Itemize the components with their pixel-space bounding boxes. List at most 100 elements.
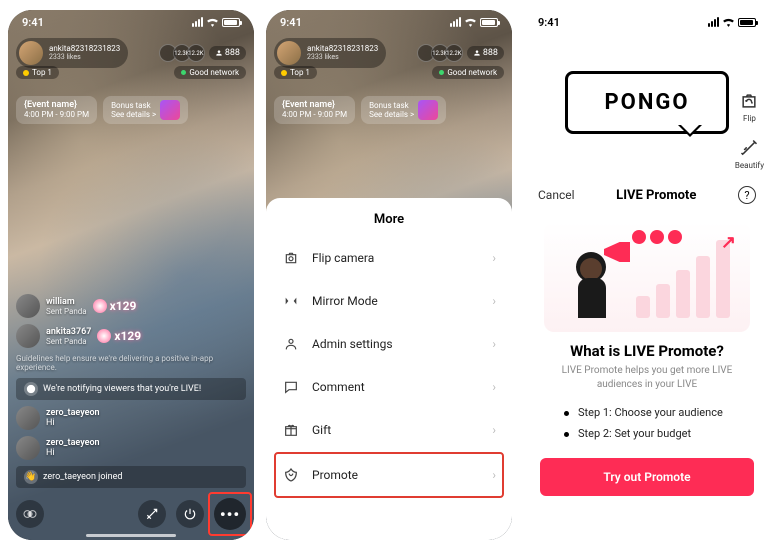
promote-heading: What is LIVE Promote? (546, 342, 748, 360)
ranking-badge[interactable]: Top 1 (16, 66, 59, 79)
event-time: 4:00 PM - 9:00 PM (24, 110, 89, 119)
flip-icon (738, 90, 760, 112)
status-icons (708, 17, 756, 27)
bonus-sub: See details > (369, 110, 414, 119)
chevron-right-icon: › (492, 337, 496, 351)
tool-label: Beautify (735, 161, 764, 170)
viewers-row[interactable]: 12.3K 12.2K 888 (417, 44, 504, 62)
help-button[interactable]: ? (738, 186, 756, 204)
sheet-body: What is LIVE Promote? LIVE Promote helps… (524, 342, 770, 440)
status-time: 9:41 (538, 16, 560, 29)
notify-text: We're notifying viewers that you're LIVE… (43, 384, 201, 394)
menu-list: Flip camera › Mirror Mode › Admin settin… (266, 237, 512, 498)
menu-item-comment[interactable]: Comment › (280, 366, 498, 409)
viewer-count: 888 (467, 46, 504, 60)
phone-live: 9:41 ankita82318231823 2333 likes 12.3K … (8, 10, 254, 540)
person-illustration (568, 252, 622, 332)
steps-list: Step 1: Choose your audience Step 2: Set… (546, 406, 748, 440)
menu-item-promote[interactable]: Promote › (274, 452, 504, 498)
event-pill[interactable]: {Event name}4:00 PM - 9:00 PM (274, 96, 355, 124)
ranking-badge[interactable]: Top 1 (274, 66, 317, 79)
status-bar: 9:41 (266, 10, 512, 34)
host-likes: 2333 likes (307, 54, 378, 62)
admin-icon (282, 335, 300, 353)
phone-more-sheet: 9:41 ankita823182318232333 likes 12.3K 1… (266, 10, 512, 540)
cancel-button[interactable]: Cancel (538, 188, 575, 202)
promote-icon (282, 466, 300, 484)
wifi-icon (722, 17, 735, 27)
sheet-title: LIVE Promote (616, 188, 696, 203)
menu-label: Admin settings (312, 337, 393, 351)
msg-text: Hi (46, 418, 55, 428)
chevron-right-icon: › (492, 380, 496, 394)
battery-icon (480, 18, 498, 27)
bonus-pill[interactable]: Bonus taskSee details > (361, 96, 446, 124)
menu-label: Comment (312, 380, 365, 394)
gift-sub: Sent Panda (46, 337, 91, 346)
bonus-title: Bonus task (369, 101, 414, 110)
battery-icon (222, 18, 240, 27)
sheet-header: Cancel LIVE Promote ? (524, 172, 770, 212)
chat-area: william Sent Panda x129 ankita3767 Sent … (16, 294, 246, 488)
flip-tool[interactable]: Flip (735, 90, 764, 123)
chat-message: zero_taeyeonHi (16, 406, 246, 430)
signal-icon (708, 17, 719, 27)
promote-illustration: ↗ (544, 222, 750, 332)
try-promote-button[interactable]: Try out Promote (540, 458, 754, 496)
bonus-sub: See details > (111, 110, 156, 119)
viewer-avatar: 12.2K (445, 44, 463, 62)
person-icon (215, 49, 223, 57)
status-bar: 9:41 (524, 10, 770, 34)
beautify-tool[interactable]: Beautify (735, 137, 764, 170)
chevron-right-icon: › (492, 251, 496, 265)
phone-promote: PONGO 9:41 Flip Beautify Cancel LIVE Pro… (524, 10, 770, 540)
avatar (16, 406, 40, 430)
menu-item-mirror[interactable]: Mirror Mode › (280, 280, 498, 323)
host-pill[interactable]: ankita823182318232333 likes (274, 38, 386, 68)
step-item: Step 2: Set your budget (564, 427, 730, 440)
growth-bars-icon (636, 240, 730, 318)
tiktok-icon (24, 382, 38, 396)
event-row: {Event name} 4:00 PM - 9:00 PM Bonus tas… (8, 90, 254, 130)
more-sheet: More Flip camera › Mirror Mode › Admin s… (266, 198, 512, 540)
host-text: ankita82318231823 2333 likes (49, 45, 120, 61)
wave-icon: 👋 (24, 470, 38, 484)
status-icons (450, 17, 498, 27)
event-pill[interactable]: {Event name} 4:00 PM - 9:00 PM (16, 96, 97, 124)
bubble-text: PONGO (604, 90, 689, 115)
gift-count: x129 (114, 329, 141, 343)
status-time: 9:41 (22, 16, 44, 29)
hearts-icon (632, 230, 682, 244)
menu-label: Gift (312, 423, 331, 437)
power-icon[interactable] (176, 500, 204, 528)
mirror-icon (282, 292, 300, 310)
sender-name: ankita3767 (46, 327, 91, 337)
sender-name: zero_taeyeon (46, 438, 100, 448)
avatar (16, 436, 40, 460)
host-avatar (277, 41, 301, 65)
promote-sub: LIVE Promote helps you get more LIVE aud… (546, 364, 748, 392)
signal-icon (192, 17, 203, 27)
network-badge: Good network (432, 66, 504, 79)
menu-item-admin[interactable]: Admin settings › (280, 323, 498, 366)
event-name: {Event name} (282, 100, 347, 110)
effects-icon[interactable] (138, 500, 166, 528)
menu-label: Mirror Mode (312, 294, 378, 308)
event-row: {Event name}4:00 PM - 9:00 PM Bonus task… (266, 90, 512, 130)
gift-icon (93, 299, 107, 313)
bonus-gift-icon (418, 100, 438, 120)
viewers-row[interactable]: 12.3K 12.2K 888 (159, 44, 246, 62)
status-bar: 9:41 (8, 10, 254, 34)
menu-item-gift[interactable]: Gift › (280, 409, 498, 452)
guideline-text: Guidelines help ensure we're delivering … (16, 354, 246, 372)
wifi-icon (206, 17, 219, 27)
bonus-pill[interactable]: Bonus task See details > (103, 96, 188, 124)
menu-item-flip[interactable]: Flip camera › (280, 237, 498, 280)
host-row: ankita823182318232333 likes 12.3K 12.2K … (274, 38, 504, 68)
multiguest-icon[interactable] (16, 500, 44, 528)
host-likes: 2333 likes (49, 54, 120, 62)
host-pill[interactable]: ankita82318231823 2333 likes (16, 38, 128, 68)
gift-count: x129 (110, 299, 137, 313)
sender-name: william (46, 297, 87, 307)
comment-icon (282, 378, 300, 396)
